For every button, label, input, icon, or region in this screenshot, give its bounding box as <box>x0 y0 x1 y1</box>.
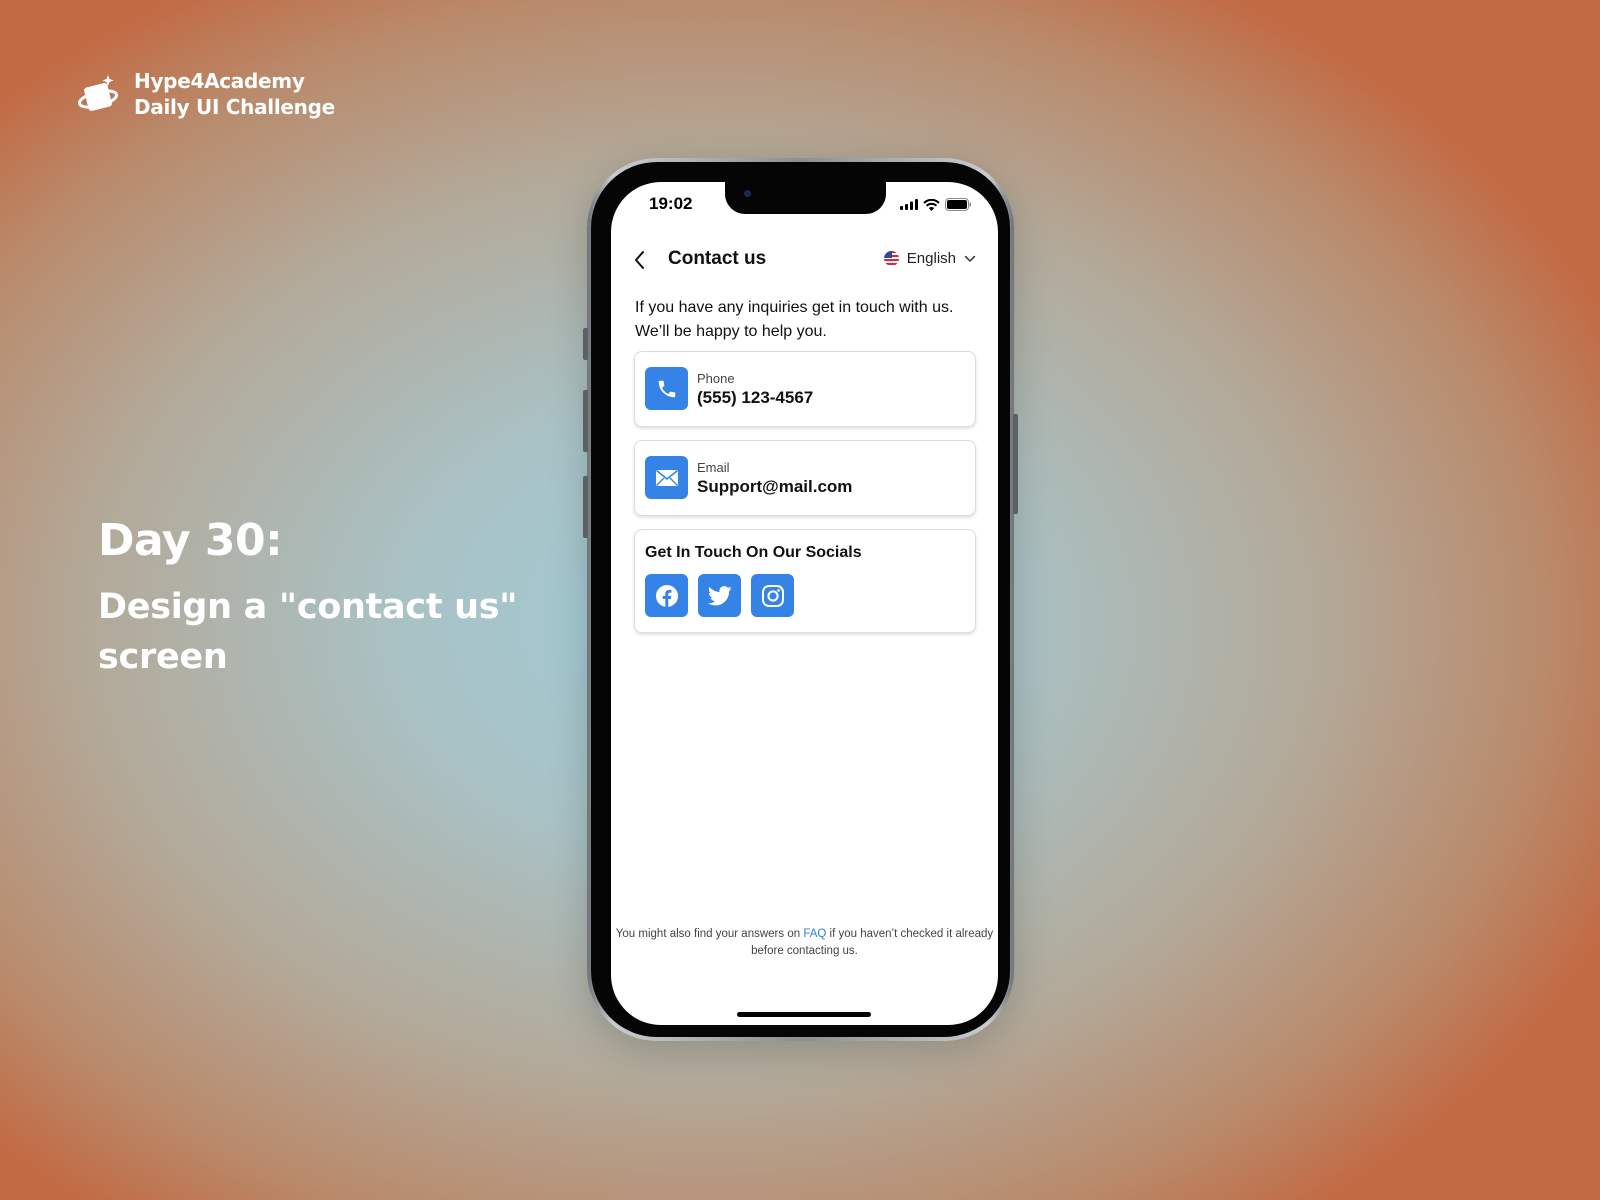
front-camera <box>744 190 751 197</box>
planet-card-icon <box>78 75 119 111</box>
twitter-button[interactable] <box>698 574 741 617</box>
volume-down-button <box>583 476 588 538</box>
chevron-left-icon[interactable] <box>631 249 651 271</box>
socials-card: Get In Touch On Our Socials <box>634 529 976 633</box>
volume-up-button <box>583 390 588 452</box>
twitter-icon <box>707 585 732 605</box>
phone-icon-box <box>645 367 688 410</box>
wifi-icon <box>923 198 940 211</box>
faq-link[interactable]: FAQ <box>803 928 826 940</box>
phone-label: Phone <box>697 371 735 386</box>
mail-icon-box <box>645 456 688 499</box>
instagram-button[interactable] <box>751 574 794 617</box>
facebook-button[interactable] <box>645 574 688 617</box>
phone-screen: 19:02 Contact us English If you have any… <box>611 182 998 1025</box>
faq-hint-before: You might also find your answers on <box>615 928 804 940</box>
chevron-down-icon <box>964 255 976 262</box>
challenge-description: Design a "contact us" screen <box>98 587 518 677</box>
signal-icon <box>900 199 918 210</box>
page-title: Contact us <box>668 248 767 269</box>
language-selector[interactable]: English <box>883 250 976 267</box>
phone-bezel: 19:02 Contact us English If you have any… <box>591 162 1010 1037</box>
us-flag-icon <box>883 251 899 266</box>
brand-name: Hype4Academy <box>134 69 305 93</box>
notch <box>725 182 886 214</box>
faq-hint: You might also find your answers on FAQ … <box>611 926 998 960</box>
home-indicator[interactable] <box>737 1012 871 1017</box>
phone-card[interactable]: Phone (555) 123-4567 <box>634 351 976 427</box>
facebook-icon <box>655 584 678 607</box>
brand-subtitle: Daily UI Challenge <box>134 95 335 119</box>
email-label: Email <box>697 460 730 475</box>
instagram-icon <box>761 584 784 607</box>
battery-icon <box>945 198 972 211</box>
language-label: English <box>906 250 956 267</box>
challenge-heading: Day 30: Design a "contact us" screen <box>98 515 538 682</box>
mute-switch <box>583 328 588 360</box>
nav-bar: Contact us English <box>611 246 998 276</box>
social-links <box>645 574 794 617</box>
status-time: 19:02 <box>649 194 693 213</box>
email-value[interactable]: Support@mail.com <box>697 477 852 497</box>
phone-mockup: 19:02 Contact us English If you have any… <box>583 158 1018 1041</box>
socials-title: Get In Touch On Our Socials <box>645 544 862 561</box>
phone-value[interactable]: (555) 123-4567 <box>697 388 813 408</box>
status-icons <box>900 198 972 211</box>
power-button <box>1013 414 1018 514</box>
intro-text: If you have any inquiries get in touch w… <box>635 299 954 340</box>
phone-icon <box>658 380 675 397</box>
brand-header: Hype4Academy Daily UI Challenge <box>78 68 335 120</box>
mail-icon <box>655 469 678 486</box>
email-card[interactable]: Email Support@mail.com <box>634 440 976 516</box>
challenge-day: Day 30: <box>98 515 283 566</box>
